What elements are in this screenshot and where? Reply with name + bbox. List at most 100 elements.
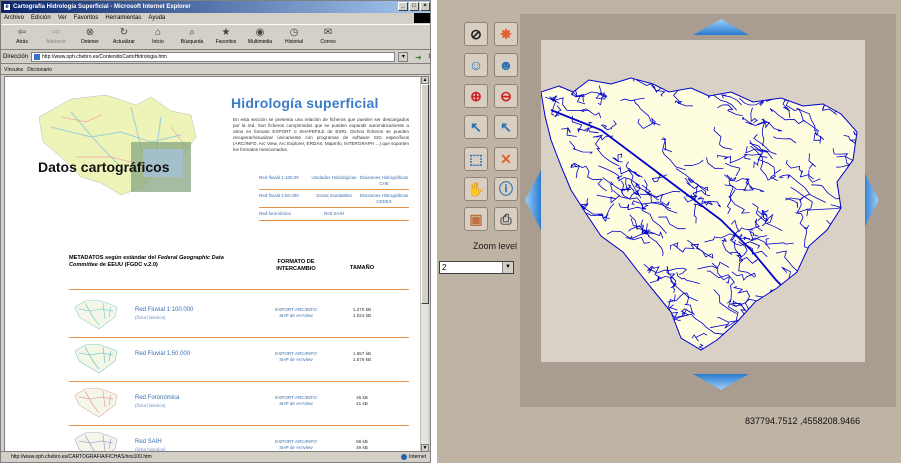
link-divisiones-che[interactable]: Divisiones Hidrográficas CHE [359, 175, 409, 186]
menu-herramientas[interactable]: Herramientas [105, 13, 141, 23]
page-viewport[interactable]: Datos cartográficos Hidrología superfici… [4, 76, 422, 452]
scroll-thumb[interactable] [421, 84, 429, 304]
toolbar-button-correo[interactable]: ✉ Correo [311, 25, 345, 49]
link-zonas-inundables[interactable]: Zonas inundables [309, 193, 359, 204]
river-line [823, 295, 857, 316]
zoom-level-select[interactable]: 2 ▼ [439, 261, 514, 274]
shp-arcview-link[interactable]: SHP de ArcView [266, 401, 326, 407]
toolbar-button-favoritos[interactable]: ★ Favoritos [209, 25, 243, 49]
pan-hand-icon[interactable]: ✋ [464, 177, 488, 201]
menu-edicion[interactable]: Edición [31, 13, 51, 23]
toolbar-button-label: Adelante [46, 39, 66, 45]
river-line [836, 181, 857, 192]
file-sizes: 1.657 kB 1.579 kB [337, 351, 387, 362]
dataset-thumbnail[interactable] [73, 429, 119, 452]
metadata-header-text: METADATOS según estándar del [69, 255, 158, 261]
shp-arcview-link[interactable]: SHP de ArcView [266, 445, 326, 451]
link-red-fluvial-100[interactable]: Red fluvial 1:100.00 [259, 175, 309, 186]
folder-icon[interactable]: ▣ [464, 207, 488, 231]
toolbar-button-detener[interactable]: ⊗ Detener [73, 25, 107, 49]
scroll-up-button[interactable]: ▲ [421, 76, 429, 84]
river-network-map [541, 77, 858, 351]
river-line [640, 345, 682, 350]
zoom-in-icon[interactable]: ⊕ [464, 84, 488, 108]
select-user-icon[interactable]: ☻ [494, 53, 518, 77]
minimize-button[interactable]: _ [398, 2, 408, 11]
toolbar-button-historial[interactable]: ◷ Historial [277, 25, 311, 49]
river-line [545, 234, 563, 250]
info-icon[interactable]: ⓘ [494, 177, 518, 201]
historic-sheet-link[interactable]: (ficha histórica) [135, 403, 166, 408]
toolbar-button-actualizar[interactable]: ↻ Actualizar [107, 25, 141, 49]
basin-hero-image [38, 94, 197, 196]
address-dropdown-button[interactable]: ▾ [398, 52, 409, 62]
pan-north-arrow-icon[interactable] [691, 17, 751, 37]
toolbar-button-multimedia[interactable]: ◉ Multimedia [243, 25, 277, 49]
clear-x-icon[interactable]: ✕ [494, 147, 518, 171]
dataset-link[interactable]: Red Fluvial 1:100.000 [135, 307, 193, 313]
river-line [634, 292, 649, 302]
shp-arcview-link[interactable]: SHP de ArcView [266, 357, 326, 363]
browser-title-bar[interactable]: e Cartografía Hidrología Superficial - M… [1, 1, 430, 13]
toolbar-button-label: Historial [284, 39, 304, 45]
format-links: EXPORT ARC/INFO SHP de ArcView [266, 307, 326, 318]
zoom-out-icon[interactable]: ⊖ [494, 84, 518, 108]
river-line [840, 233, 851, 244]
toolbar-button-atrs[interactable]: ⇦ Atrás [5, 25, 39, 49]
toolbar-button-label: Atrás [16, 39, 28, 45]
maximize-button[interactable]: □ [409, 2, 419, 11]
browser-toolbar: ⇦ Atrás ⇨ Adelante ⊗ Detener ↻ Actualizar ⌂ Inici… [1, 24, 430, 50]
refresh-map-icon[interactable]: ✸ [494, 22, 518, 46]
toolbar-button-inicio[interactable]: ⌂ Inicio [141, 25, 175, 49]
menu-archivo[interactable]: Archivo [4, 13, 24, 23]
dataset-link[interactable]: Red Fluvial 1:50.000 [135, 351, 190, 357]
link-divisiones-cedex[interactable]: Divisiones Hidrográficas CEDEX [359, 193, 409, 204]
river-line [852, 176, 857, 194]
link-red-saih[interactable]: Red SAIH [309, 211, 359, 217]
windows-logo-icon [414, 13, 430, 23]
menu-ayuda[interactable]: Ayuda [148, 13, 165, 23]
river-line [547, 329, 561, 336]
page-title: Hidrología superficial [231, 95, 379, 111]
river-line [542, 233, 583, 256]
zoom-level-label: Zoom level [473, 241, 518, 251]
pointer-plus-icon[interactable]: ↖ [464, 115, 488, 139]
go-button[interactable]: Ir [428, 54, 430, 60]
dataset-thumbnail[interactable] [73, 297, 119, 331]
historic-sheet-link[interactable]: (ficha histórica) [135, 315, 166, 320]
toolbar-button-bsqueda[interactable]: ⌕ Búsqueda [175, 25, 209, 49]
map-canvas[interactable] [541, 40, 865, 362]
pan-south-arrow-icon[interactable] [691, 372, 751, 392]
pan-west-arrow-icon[interactable] [523, 168, 543, 232]
shp-size: 49 kB [356, 444, 368, 450]
file-sizes: 46 kB 41 kB [337, 395, 387, 406]
toolbar-button-adelante[interactable]: ⇨ Adelante [39, 25, 73, 49]
river-line [797, 321, 805, 339]
go-arrow-icon[interactable]: ➜ [411, 53, 425, 62]
clear-selection-icon[interactable]: ⊘ [464, 22, 488, 46]
link-unidades-hidrologicas[interactable]: Unidades Hidrológicas [309, 175, 359, 186]
river-line [845, 230, 857, 251]
vertical-scrollbar[interactable]: ▲ ▼ [420, 76, 429, 452]
dataset-thumbnail[interactable] [73, 341, 119, 375]
close-button[interactable]: × [420, 2, 430, 11]
identify-user-icon[interactable]: ☺ [464, 53, 488, 77]
link-red-foronomica[interactable]: Red foronómica [259, 211, 309, 217]
shp-arcview-link[interactable]: SHP de ArcView [266, 313, 326, 319]
menu-ver[interactable]: Ver [58, 13, 67, 23]
favorites-icon: ★ [221, 27, 231, 38]
browser-window: e Cartografía Hidrología Superficial - M… [0, 0, 431, 463]
select-box-icon[interactable]: ⬚ [464, 147, 488, 171]
print-icon[interactable]: ⎙ [494, 207, 518, 231]
link-diccionario[interactable]: Diccionario [27, 65, 52, 74]
link-red-fluvial-50[interactable]: Red fluvial 1:50.000 [259, 193, 309, 204]
river-line [810, 289, 834, 311]
menu-favoritos[interactable]: Favoritos [74, 13, 99, 23]
pointer-minus-icon[interactable]: ↖ [494, 115, 518, 139]
dataset-link[interactable]: Red SAIH [135, 439, 162, 445]
address-input[interactable]: http://www.oph.chebro.es/ContenidoCartoH… [31, 52, 396, 62]
dataset-link[interactable]: Red Foronómica [135, 395, 179, 401]
dataset-thumbnail[interactable] [73, 385, 119, 419]
chevron-down-icon[interactable]: ▼ [502, 262, 513, 273]
river-line [796, 321, 819, 339]
